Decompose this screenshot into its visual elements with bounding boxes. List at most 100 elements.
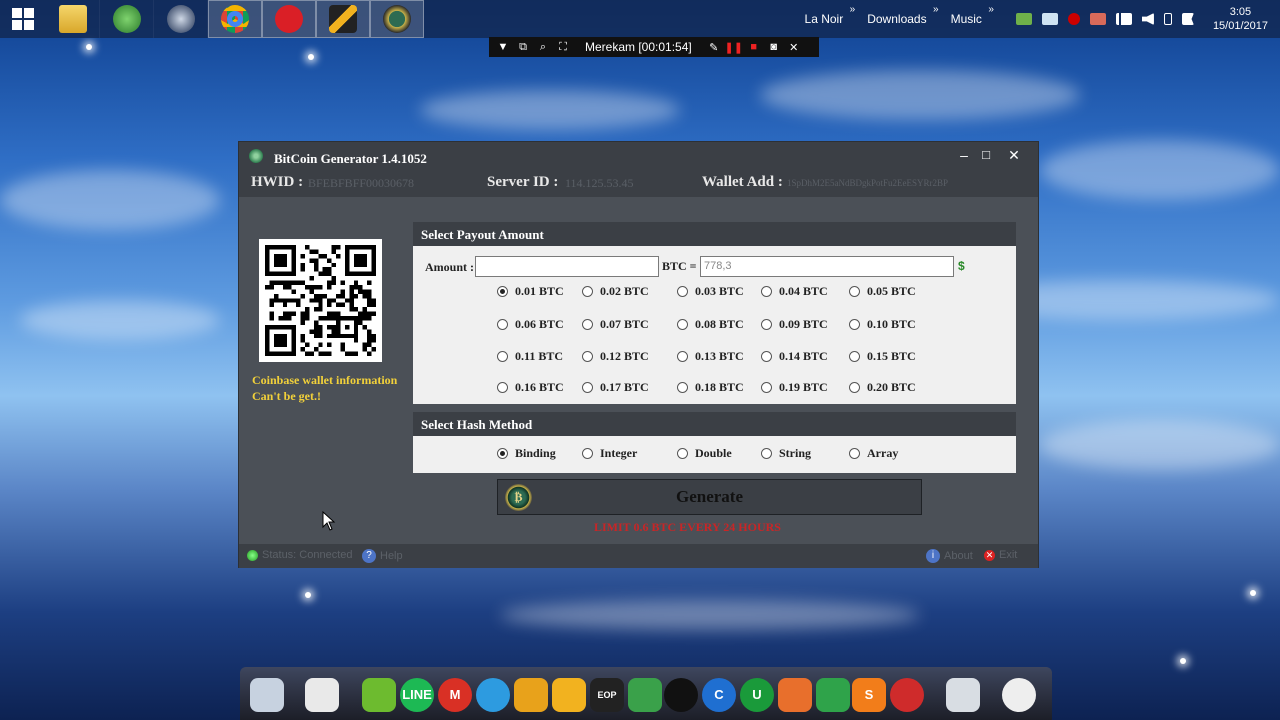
radio-icon — [849, 448, 860, 459]
minimize-button[interactable]: – — [953, 145, 975, 165]
taskbar-bitcoin-app[interactable] — [370, 0, 424, 38]
tray-window-icon[interactable] — [1041, 13, 1058, 25]
payout-option[interactable]: 0.13 BTC — [677, 349, 744, 364]
music-icon[interactable] — [514, 678, 548, 712]
flash-icon[interactable] — [890, 678, 924, 712]
gmail-icon[interactable]: M — [438, 678, 472, 712]
payout-option[interactable]: 0.02 BTC — [582, 284, 649, 299]
radio-icon — [761, 286, 772, 297]
payout-option[interactable]: 0.20 BTC — [849, 380, 916, 395]
payout-option[interactable]: 0.06 BTC — [497, 317, 564, 332]
payout-option-label: 0.07 BTC — [600, 317, 649, 331]
hash-option[interactable]: Double — [677, 446, 732, 461]
maximize-button[interactable]: □ — [975, 145, 997, 165]
line-icon[interactable]: LINE — [400, 678, 434, 712]
trash-icon[interactable] — [946, 678, 980, 712]
radio-icon — [677, 351, 688, 362]
hwid-value: BFEBFBFF00030678 — [308, 176, 415, 190]
hash-option[interactable]: String — [761, 446, 811, 461]
payout-option[interactable]: 0.01 BTC — [497, 284, 564, 299]
taskbar-chrome[interactable] — [208, 0, 262, 38]
arrows-icon[interactable] — [816, 678, 850, 712]
about-link[interactable]: i About — [926, 549, 973, 563]
record-icon[interactable] — [664, 678, 698, 712]
tray-record-icon[interactable] — [1067, 13, 1080, 25]
computer-icon[interactable] — [250, 678, 284, 712]
vlc-icon[interactable] — [552, 678, 586, 712]
payout-option[interactable]: 0.03 BTC — [677, 284, 744, 299]
help-link[interactable]: ? Help — [362, 549, 403, 563]
toolbar-link-label: La Noir — [804, 12, 844, 26]
taskbar-browser[interactable] — [154, 0, 208, 38]
toolbar-link-la-noir[interactable]: La Noir » — [804, 4, 856, 26]
exit-link[interactable]: ✕ Exit — [984, 549, 1017, 561]
toolbar-link-music[interactable]: Music » — [950, 4, 994, 26]
payout-option[interactable]: 0.14 BTC — [761, 349, 828, 364]
hash-option[interactable]: Binding — [497, 446, 556, 461]
maps-icon[interactable] — [628, 678, 662, 712]
generate-label: Generate — [675, 487, 744, 506]
payout-option[interactable]: 0.19 BTC — [761, 380, 828, 395]
payout-option-label: 0.14 BTC — [779, 349, 828, 363]
connection-status-text: Status: Connected — [262, 549, 353, 561]
ccleaner-icon[interactable]: C — [702, 678, 736, 712]
battery-icon[interactable] — [1163, 13, 1172, 25]
help-text: Help — [380, 550, 403, 562]
usd-value-field[interactable]: 778,3 — [700, 256, 954, 277]
payout-option[interactable]: 0.05 BTC — [849, 284, 916, 299]
toolbar-link-downloads[interactable]: Downloads » — [867, 4, 938, 26]
clock-icon[interactable] — [1002, 678, 1036, 712]
sublime-icon[interactable]: S — [852, 678, 886, 712]
hash-option-label: Integer — [600, 446, 638, 460]
amount-input[interactable] — [475, 256, 659, 277]
window-icon[interactable]: ⧉ — [513, 41, 533, 54]
tray-app-icon[interactable] — [1089, 13, 1106, 25]
generate-button[interactable]: ₿ Generate — [497, 479, 922, 515]
piano-icon[interactable]: EOP — [590, 678, 624, 712]
payout-option[interactable]: 0.12 BTC — [582, 349, 649, 364]
hash-option[interactable]: Integer — [582, 446, 637, 461]
taskbar-file-explorer[interactable] — [46, 0, 100, 38]
taskbar-bolt-app[interactable] — [316, 0, 370, 38]
signal-icon[interactable] — [1115, 13, 1132, 25]
document-icon[interactable] — [305, 678, 339, 712]
pause-icon[interactable]: ❚❚ — [724, 41, 744, 54]
payout-option[interactable]: 0.16 BTC — [497, 380, 564, 395]
flower-icon[interactable] — [362, 678, 396, 712]
payout-option[interactable]: 0.10 BTC — [849, 317, 916, 332]
pencil-icon[interactable]: ✎ — [704, 41, 724, 54]
taskbar-creative-cloud[interactable] — [262, 0, 316, 38]
camera-icon[interactable]: ◙ — [764, 41, 784, 53]
payout-option[interactable]: 0.17 BTC — [582, 380, 649, 395]
bolt-app-icon — [329, 5, 357, 33]
chevron-down-icon[interactable]: ▼ — [493, 41, 513, 53]
uc-icon[interactable]: U — [740, 678, 774, 712]
window-titlebar[interactable]: BitCoin Generator 1.4.1052 – □ ✕ — [239, 142, 1038, 172]
payout-option[interactable]: 0.09 BTC — [761, 317, 828, 332]
payout-option[interactable]: 0.18 BTC — [677, 380, 744, 395]
payout-option-label: 0.01 BTC — [515, 284, 564, 298]
payout-option[interactable]: 0.04 BTC — [761, 284, 828, 299]
exit-icon: ✕ — [984, 549, 995, 561]
sync-icon[interactable] — [476, 678, 510, 712]
payout-option[interactable]: 0.07 BTC — [582, 317, 649, 332]
taskbar-clock[interactable]: 3:05 15/01/2017 — [1213, 5, 1268, 33]
close-button[interactable]: ✕ — [1003, 145, 1025, 165]
tray-map-icon[interactable] — [1015, 13, 1032, 25]
taskbar-globe[interactable] — [100, 0, 154, 38]
payout-option[interactable]: 0.15 BTC — [849, 349, 916, 364]
beach-icon[interactable] — [778, 678, 812, 712]
close-icon[interactable]: ✕ — [784, 41, 804, 54]
server-id-value: 114.125.53.45 — [565, 176, 634, 190]
volume-icon[interactable] — [1141, 13, 1154, 25]
hash-option[interactable]: Array — [849, 446, 898, 461]
payout-option[interactable]: 0.11 BTC — [497, 349, 563, 364]
payout-option[interactable]: 0.08 BTC — [677, 317, 744, 332]
zoom-icon[interactable]: ⌕ — [533, 41, 553, 54]
flag-icon[interactable] — [1181, 13, 1194, 25]
toolbar-link-label: Downloads — [867, 12, 927, 26]
region-icon[interactable]: ⛶ — [553, 41, 573, 54]
toolbar-link-label: Music — [950, 12, 982, 26]
stop-icon[interactable]: ■ — [744, 41, 764, 53]
start-button[interactable] — [0, 0, 46, 38]
